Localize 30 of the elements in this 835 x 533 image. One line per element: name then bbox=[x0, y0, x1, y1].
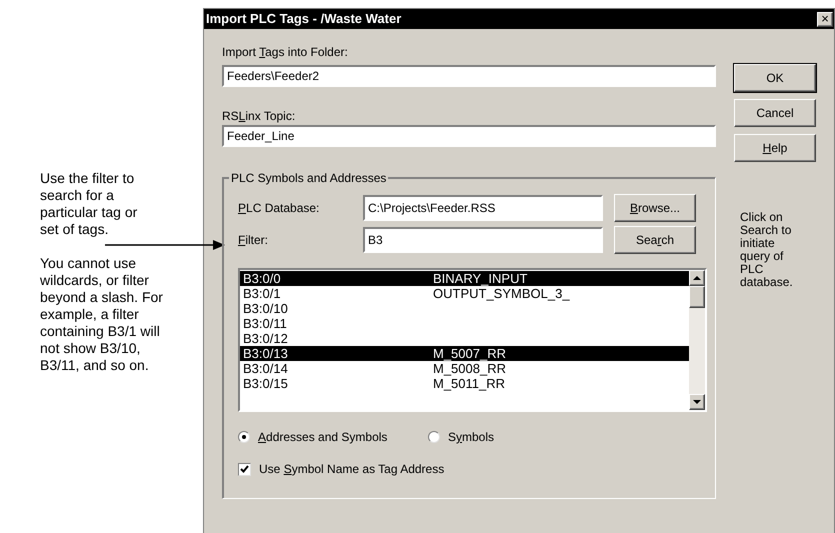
field-label: RSLinx Topic: bbox=[222, 108, 296, 123]
field-label: Import Tags into Folder: bbox=[222, 44, 349, 59]
radio-option[interactable]: Addresses and Symbols bbox=[238, 428, 428, 446]
annotation-text: You cannot use wildcards, or filter beyond a slash. For example, a filter containing B3/1 will not show B3/10, B3/11, and so on. bbox=[40, 255, 164, 374]
dialog-button[interactable]: OK bbox=[734, 64, 816, 92]
field-label: PLC Database: bbox=[238, 200, 320, 217]
annotation-text: Use the filter to search for a particular tag or set of tags. bbox=[40, 170, 138, 238]
browse-button[interactable]: Browse... bbox=[614, 194, 696, 222]
field-label: Filter: bbox=[238, 232, 270, 249]
checkbox-option[interactable]: Use Symbol Name as Tag Address bbox=[238, 460, 707, 478]
folder-field[interactable]: Feeders\Feeder2 bbox=[222, 65, 716, 87]
annotation-text: Click on Search to initiate query of PLC database. bbox=[740, 211, 794, 289]
database-field[interactable]: C:\Projects\Feeder.RSS bbox=[363, 195, 603, 221]
dialog-button[interactable]: Help bbox=[734, 134, 816, 162]
radio-option[interactable]: Symbols bbox=[428, 428, 494, 446]
scroll-down-icon[interactable] bbox=[689, 394, 705, 410]
checkbox-icon[interactable] bbox=[238, 462, 251, 476]
scroll-up-icon[interactable] bbox=[689, 270, 705, 286]
close-button[interactable]: × bbox=[817, 12, 833, 26]
search-button[interactable]: Search bbox=[614, 226, 696, 254]
window-title: Import PLC Tags - /Waste Water bbox=[206, 10, 402, 28]
list-row[interactable]: B3:0/13 M_5007_RR bbox=[240, 346, 689, 361]
scrollbar[interactable] bbox=[689, 270, 705, 410]
dialog-button[interactable]: Cancel bbox=[734, 99, 816, 127]
filter-field[interactable]: B3 bbox=[363, 227, 603, 253]
topic-field[interactable]: Feeder_Line bbox=[222, 125, 716, 147]
radio-icon[interactable] bbox=[238, 431, 250, 443]
list-row[interactable]: B3:0/0 BINARY_INPUT bbox=[240, 271, 689, 286]
radio-icon[interactable] bbox=[428, 431, 440, 443]
scroll-thumb[interactable] bbox=[689, 286, 705, 308]
